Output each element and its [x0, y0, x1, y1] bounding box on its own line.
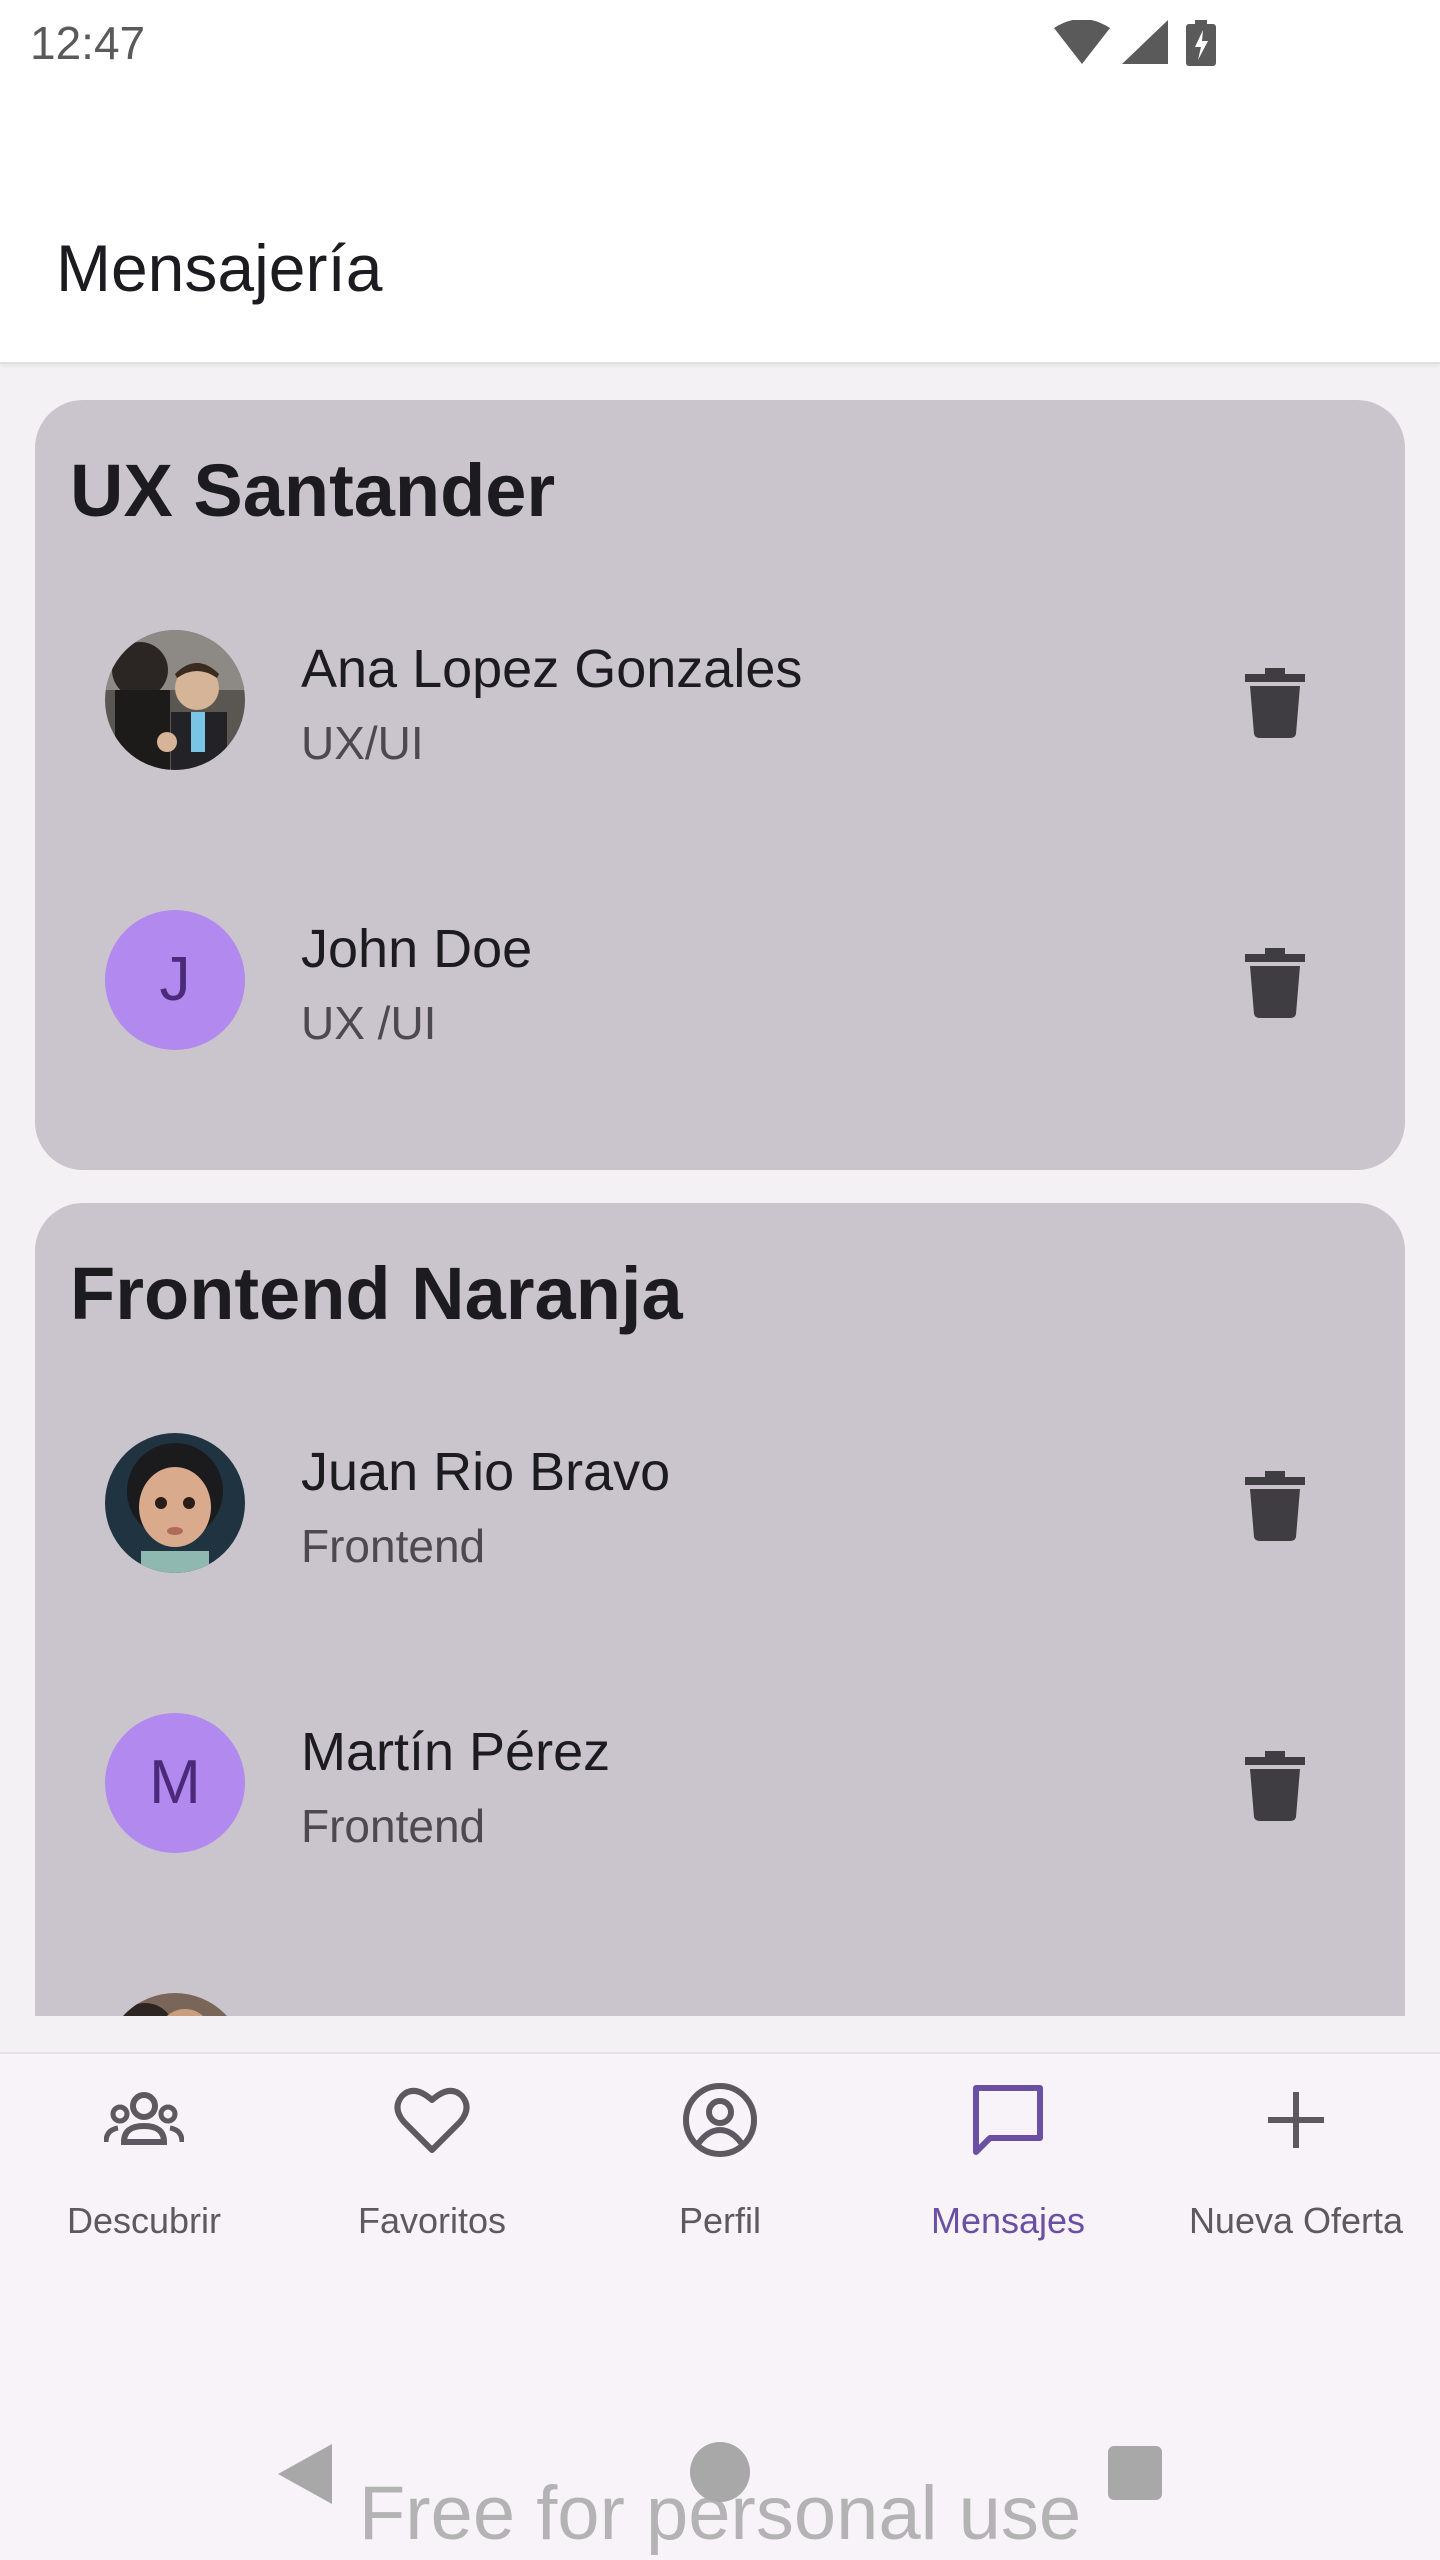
avatar: M	[105, 1713, 245, 1853]
battery-charging-icon	[1186, 20, 1216, 66]
page-title: Mensajería	[56, 231, 383, 305]
watermark: Free for personal use	[358, 2471, 1082, 2556]
avatar-photo	[105, 630, 245, 770]
avatar	[105, 1993, 245, 2016]
contact-role: Frontend	[301, 1800, 486, 1852]
contact-row[interactable]: Juan Rio Bravo Frontend	[35, 1413, 1405, 1593]
contact-row[interactable]	[35, 1973, 1405, 2016]
avatar	[105, 630, 245, 770]
conversation-list[interactable]: UX Santander Ana Lopez Gonzales UX/UI J …	[0, 366, 1440, 2016]
contact-role: UX /UI	[301, 997, 437, 1049]
delete-button[interactable]	[1235, 938, 1315, 1028]
contact-name: Juan Rio Bravo	[301, 1442, 671, 1502]
trash-icon	[1245, 1471, 1305, 1541]
account-circle-icon	[683, 2083, 757, 2157]
contact-role: Frontend	[301, 1520, 486, 1572]
nav-label: Mensajes	[930, 2200, 1086, 2241]
nav-item-descubrir[interactable]: Descubrir	[0, 2080, 288, 2270]
trash-icon	[1245, 1751, 1305, 1821]
bottom-navigation: Descubrir Favoritos Perfil Mensajes Nuev…	[0, 2052, 1440, 2290]
nav-label: Favoritos	[357, 2200, 507, 2241]
group-title: UX Santander	[70, 449, 556, 532]
avatar-photo	[105, 1993, 245, 2016]
contact-row[interactable]: Ana Lopez Gonzales UX/UI	[35, 610, 1405, 790]
contact-name: Martín Pérez	[301, 1722, 611, 1782]
trash-icon	[1245, 668, 1305, 738]
plus-icon	[1268, 2092, 1324, 2148]
wifi-icon	[1054, 20, 1110, 64]
avatar: J	[105, 910, 245, 1050]
delete-button[interactable]	[1235, 658, 1315, 748]
nav-label: Perfil	[678, 2200, 762, 2241]
status-time: 12:47	[30, 17, 146, 69]
cellular-signal-icon	[1122, 20, 1168, 64]
contact-name: Ana Lopez Gonzales	[301, 639, 803, 699]
nav-item-favoritos[interactable]: Favoritos	[288, 2080, 576, 2270]
avatar	[105, 1433, 245, 1573]
status-bar: 12:47	[0, 0, 1440, 86]
avatar-photo	[105, 1433, 245, 1573]
trash-icon	[1245, 948, 1305, 1018]
contact-row[interactable]: J John Doe UX /UI	[35, 890, 1405, 1070]
nav-item-perfil[interactable]: Perfil	[576, 2080, 864, 2270]
contact-row[interactable]: M Martín Pérez Frontend	[35, 1693, 1405, 1873]
group-card-frontend-naranja: Frontend Naranja Juan Rio Bravo Frontend	[35, 1203, 1405, 2016]
people-icon	[104, 2092, 184, 2145]
group-card-ux-santander: UX Santander Ana Lopez Gonzales UX/UI J …	[35, 400, 1405, 1170]
app-bar: Mensajería	[0, 86, 1440, 364]
nav-item-nueva-oferta[interactable]: Nueva Oferta	[1152, 2080, 1440, 2270]
nav-item-mensajes[interactable]: Mensajes	[864, 2080, 1152, 2270]
nav-label: Descubrir	[66, 2200, 222, 2241]
group-title: Frontend Naranja	[70, 1252, 683, 1335]
contact-role: UX/UI	[301, 717, 424, 769]
contact-name: John Doe	[301, 919, 533, 979]
chat-icon	[973, 2085, 1043, 2155]
nav-label: Nueva Oferta	[1188, 2200, 1404, 2241]
delete-button[interactable]	[1235, 1461, 1315, 1551]
delete-button[interactable]	[1235, 1741, 1315, 1831]
heart-icon	[394, 2087, 470, 2153]
